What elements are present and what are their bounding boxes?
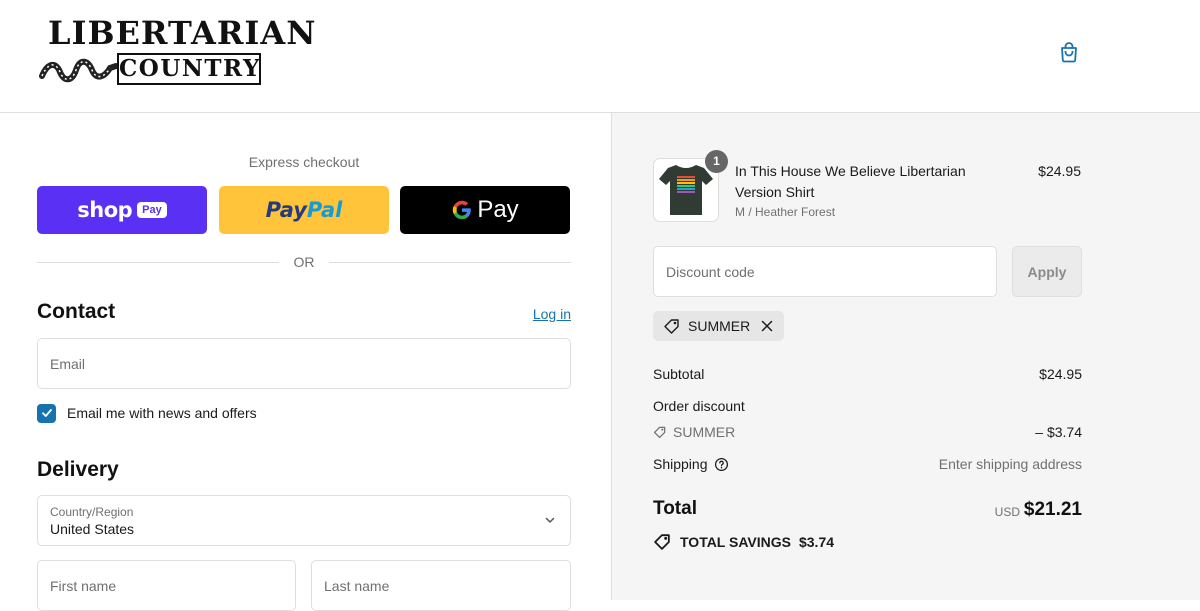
- discount-code-row: SUMMER – $3.74: [653, 424, 1082, 444]
- login-link[interactable]: Log in: [500, 306, 571, 322]
- discount-value: – $3.74: [1035, 424, 1082, 440]
- delivery-heading: Delivery: [37, 458, 119, 481]
- shop-pay-wordmark: shop: [77, 198, 133, 222]
- last-name-input[interactable]: [312, 561, 570, 610]
- remove-discount-button[interactable]: [760, 319, 774, 333]
- logo-subtitle: COUNTRY: [117, 53, 261, 85]
- subtotal-value: $24.95: [1039, 366, 1082, 382]
- checkmark-icon: [41, 409, 52, 417]
- total-savings: TOTAL SAVINGS $3.74: [653, 532, 834, 551]
- shipping-label: Shipping: [653, 456, 708, 472]
- discount-code-input[interactable]: [654, 247, 996, 296]
- newsletter-checkbox[interactable]: [37, 403, 56, 423]
- help-icon[interactable]: [714, 457, 729, 472]
- discount-code-field[interactable]: [653, 246, 997, 297]
- shipping-row: Shipping Enter shipping address: [653, 456, 1082, 476]
- product-name: In This House We Believe Libertarian Ver…: [735, 163, 966, 200]
- google-pay-button[interactable]: Pay: [400, 186, 570, 234]
- close-icon: [761, 320, 773, 332]
- last-name-field[interactable]: [311, 560, 571, 611]
- first-name-field[interactable]: [37, 560, 296, 611]
- tag-icon: [653, 426, 666, 439]
- apply-discount-button[interactable]: Apply: [1012, 246, 1082, 297]
- discount-code-label: SUMMER: [653, 424, 735, 440]
- product-price: $24.95: [1038, 163, 1081, 179]
- shipping-label-group: Shipping: [653, 456, 729, 472]
- header: LIBERTARIAN COUNTRY: [0, 0, 1200, 113]
- shop-pay-button[interactable]: shop Pay: [37, 186, 207, 234]
- total-label: Total: [653, 498, 697, 519]
- tag-icon: [664, 319, 679, 334]
- discount-code-text: SUMMER: [673, 424, 736, 440]
- savings-tag-icon: [654, 534, 670, 550]
- savings-value: $3.74: [798, 533, 835, 550]
- total-currency: USD: [994, 505, 1020, 519]
- product-variant: M / Heather Forest: [735, 205, 836, 219]
- total-value: $21.21: [1023, 499, 1082, 520]
- paypal-wordmark-pal: Pal: [306, 198, 343, 222]
- google-g-icon: [453, 200, 472, 220]
- shop-pay-badge: Pay: [137, 202, 167, 218]
- divider-line: [329, 262, 571, 263]
- shipping-value: Enter shipping address: [938, 456, 1082, 472]
- order-discount-row: Order discount: [653, 398, 1082, 418]
- express-checkout-label: Express checkout: [248, 154, 360, 170]
- first-name-input[interactable]: [38, 561, 295, 610]
- order-discount-label: Order discount: [653, 398, 745, 414]
- country-label: Country/Region: [50, 505, 134, 519]
- contact-heading: Contact: [37, 300, 116, 323]
- google-pay-wordmark: Pay: [477, 196, 519, 223]
- quantity-badge: 1: [705, 150, 728, 173]
- shopping-bag-icon[interactable]: [1057, 40, 1081, 64]
- snake-icon: [39, 58, 118, 83]
- newsletter-label: Email me with news and offers: [67, 405, 257, 421]
- country-select[interactable]: Country/Region United States: [37, 495, 571, 546]
- country-value: United States: [50, 521, 135, 537]
- chevron-down-icon: [545, 517, 555, 523]
- email-field[interactable]: [37, 338, 571, 389]
- subtotal-label: Subtotal: [653, 366, 705, 382]
- paypal-wordmark-pay: Pay: [265, 198, 307, 222]
- applied-discount-tag: SUMMER: [653, 311, 785, 341]
- store-logo[interactable]: LIBERTARIAN COUNTRY: [38, 14, 315, 88]
- applied-code-text: SUMMER: [688, 318, 751, 334]
- paypal-button[interactable]: Pay Pal: [219, 186, 389, 234]
- logo-title: LIBERTARIAN: [48, 14, 317, 52]
- or-divider: OR: [37, 254, 571, 270]
- subtotal-row: Subtotal $24.95: [653, 366, 1082, 386]
- savings-label: TOTAL SAVINGS: [680, 533, 791, 550]
- checkout-form-panel: Express checkout shop Pay Pay Pal Pay OR …: [0, 113, 611, 611]
- newsletter-checkbox-row[interactable]: Email me with news and offers: [37, 403, 257, 423]
- order-summary-panel: 1 In This House We Believe Libertarian V…: [611, 113, 1200, 600]
- email-input[interactable]: [38, 339, 570, 388]
